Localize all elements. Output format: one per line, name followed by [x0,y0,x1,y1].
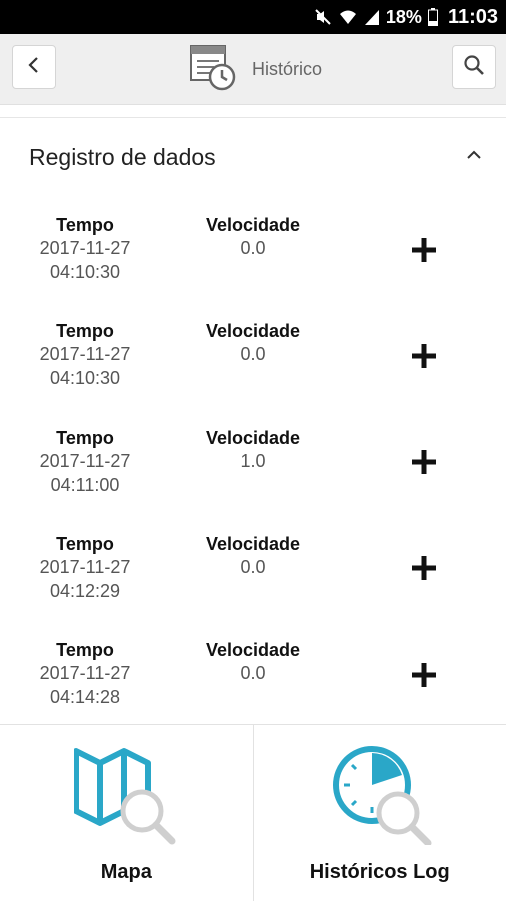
plus-icon [411,343,437,374]
speed-column: Velocidade 0.0 [188,214,318,260]
history-log-button[interactable]: Históricos Log [253,725,506,901]
speed-label: Velocidade [188,214,318,236]
plus-icon [411,237,437,268]
time-label: Tempo [20,533,150,555]
record-time: 04:11:00 [20,473,150,497]
section-title: Registro de dados [29,144,216,171]
signal-icon [364,8,380,26]
record-time: 04:10:30 [20,366,150,390]
list-item: Tempo 2017-11-27 04:11:00 Velocidade 1.0 [0,423,506,529]
speed-label: Velocidade [188,533,318,555]
speed-label: Velocidade [188,427,318,449]
record-speed: 1.0 [188,449,318,473]
map-search-icon [74,741,178,850]
clock: 11:03 [448,6,498,29]
time-column: Tempo 2017-11-27 04:12:29 [20,533,150,603]
page-title-group: Histórico [188,42,322,96]
speed-label: Velocidade [188,320,318,342]
time-label: Tempo [20,639,150,661]
bottom-nav: Mapa Históricos Log [0,724,506,901]
speed-column: Velocidade 0.0 [188,639,318,685]
time-label: Tempo [20,427,150,449]
record-speed: 0.0 [188,555,318,579]
record-date: 2017-11-27 [20,449,150,473]
record-time: 04:10:30 [20,260,150,284]
time-column: Tempo 2017-11-27 04:10:30 [20,320,150,390]
mute-icon [314,8,332,26]
records-list: Tempo 2017-11-27 04:10:30 Velocidade 0.0… [0,210,506,741]
record-date: 2017-11-27 [20,236,150,260]
time-column: Tempo 2017-11-27 04:14:28 [20,639,150,709]
record-time: 04:14:28 [20,685,150,709]
page-title: Histórico [252,59,322,80]
history-clock-search-icon [328,741,432,850]
speed-column: Velocidade 1.0 [188,427,318,473]
battery-percentage: 18% [386,7,422,28]
expand-record-button[interactable] [404,232,444,272]
map-label: Mapa [0,861,253,884]
speed-column: Velocidade 0.0 [188,320,318,366]
time-label: Tempo [20,320,150,342]
expand-record-button[interactable] [404,657,444,697]
list-item: Tempo 2017-11-27 04:12:29 Velocidade 0.0 [0,529,506,635]
back-button[interactable] [12,45,56,89]
plus-icon [411,449,437,480]
time-column: Tempo 2017-11-27 04:10:30 [20,214,150,284]
record-speed: 0.0 [188,236,318,260]
time-label: Tempo [20,214,150,236]
divider [0,117,506,118]
record-date: 2017-11-27 [20,342,150,366]
record-date: 2017-11-27 [20,661,150,685]
expand-record-button[interactable] [404,551,444,591]
history-log-label: Históricos Log [254,861,506,884]
time-column: Tempo 2017-11-27 04:11:00 [20,427,150,497]
record-date: 2017-11-27 [20,555,150,579]
record-speed: 0.0 [188,661,318,685]
search-icon [463,54,485,81]
map-button[interactable]: Mapa [0,725,253,901]
search-button[interactable] [452,45,496,89]
record-time: 04:12:29 [20,579,150,603]
status-bar: 18% 11:03 [0,0,506,34]
chevron-left-icon [27,55,41,80]
plus-icon [411,555,437,586]
expand-record-button[interactable] [404,445,444,485]
speed-column: Velocidade 0.0 [188,533,318,579]
speed-label: Velocidade [188,639,318,661]
chevron-up-icon[interactable] [466,148,482,166]
record-speed: 0.0 [188,342,318,366]
expand-record-button[interactable] [404,338,444,378]
section-header[interactable]: Registro de dados [0,130,506,186]
list-item: Tempo 2017-11-27 04:10:30 Velocidade 0.0 [0,316,506,422]
plus-icon [411,662,437,693]
battery-icon [428,8,438,26]
list-item: Tempo 2017-11-27 04:10:30 Velocidade 0.0 [0,210,506,316]
wifi-icon [338,8,358,26]
history-document-icon [188,43,236,96]
app-bar: Histórico [0,34,506,105]
